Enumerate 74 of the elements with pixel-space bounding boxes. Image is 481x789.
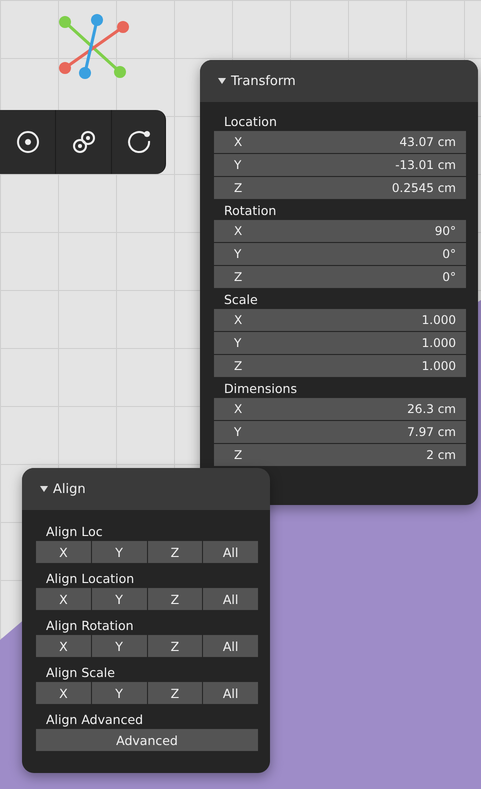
- number-field[interactable]: Z 2 cm: [214, 444, 466, 466]
- align-button[interactable]: X: [36, 588, 91, 610]
- panel-title: Transform: [231, 74, 296, 88]
- field-value: 7.97 cm: [407, 425, 456, 439]
- axis-label: X: [234, 402, 242, 416]
- circle-dot-icon: [14, 129, 40, 155]
- align-button[interactable]: All: [203, 635, 258, 657]
- field-value: 0°: [442, 270, 456, 284]
- field-value: 0°: [442, 247, 456, 261]
- align-button[interactable]: Y: [92, 682, 146, 704]
- number-field[interactable]: Z 1.000: [214, 355, 466, 377]
- field-value: 2 cm: [426, 448, 456, 462]
- axis-label: Y: [234, 158, 242, 172]
- group-label: Align Rotation: [45, 617, 135, 635]
- align-button[interactable]: Y: [92, 541, 146, 563]
- align-button[interactable]: All: [203, 682, 258, 704]
- align-button[interactable]: Y: [92, 588, 146, 610]
- axis-label: X: [234, 224, 242, 238]
- group-label: Align Scale: [45, 664, 116, 682]
- group-label: Align Location: [45, 570, 136, 588]
- toolbar-button[interactable]: [56, 110, 112, 174]
- number-field[interactable]: X 43.07 cm: [214, 131, 466, 153]
- axis-label: Z: [234, 448, 242, 462]
- field-value: 1.000: [422, 313, 456, 327]
- group-label: Scale: [223, 291, 259, 309]
- group-label: Align Advanced: [45, 711, 144, 729]
- field-value: 90°: [434, 224, 456, 238]
- group-label: Rotation: [223, 202, 278, 220]
- panel-header[interactable]: Transform: [200, 60, 478, 102]
- align-button[interactable]: X: [36, 682, 91, 704]
- align-button[interactable]: All: [203, 541, 258, 563]
- align-button[interactable]: All: [203, 588, 258, 610]
- number-field[interactable]: Y 0°: [214, 243, 466, 265]
- number-field[interactable]: Y -13.01 cm: [214, 154, 466, 176]
- axis-label: Z: [234, 359, 242, 373]
- number-field[interactable]: Z 0.2545 cm: [214, 177, 466, 199]
- group-label: Location: [223, 113, 278, 131]
- axis-label: X: [234, 313, 242, 327]
- align-button[interactable]: Z: [148, 635, 202, 657]
- toolbar-button[interactable]: [0, 110, 56, 174]
- expanded-triangle-icon: [40, 485, 48, 493]
- toolbar-button[interactable]: [112, 110, 166, 174]
- panel-title: Align: [53, 482, 86, 496]
- axis-label: Y: [234, 247, 242, 261]
- field-value: 0.2545 cm: [392, 181, 456, 195]
- panel-header[interactable]: Align: [22, 468, 270, 510]
- axis-label: Z: [234, 181, 242, 195]
- align-button[interactable]: X: [36, 635, 91, 657]
- field-value: 26.3 cm: [407, 402, 456, 416]
- align-button[interactable]: Z: [148, 541, 202, 563]
- field-value: 1.000: [422, 359, 456, 373]
- axis-label: Y: [234, 425, 242, 439]
- align-button[interactable]: Advanced: [36, 729, 258, 751]
- number-field[interactable]: Z 0°: [214, 266, 466, 288]
- circle-with-dot-icon: [126, 129, 152, 155]
- axis-label: X: [234, 135, 242, 149]
- axis-label: Z: [234, 270, 242, 284]
- align-button[interactable]: Z: [148, 682, 202, 704]
- number-field[interactable]: Y 7.97 cm: [214, 421, 466, 443]
- group-label: Align Loc: [45, 523, 104, 541]
- field-value: -13.01 cm: [395, 158, 456, 172]
- align-button[interactable]: X: [36, 541, 91, 563]
- axis-label: Y: [234, 336, 242, 350]
- group-label: Dimensions: [223, 380, 298, 398]
- align-button[interactable]: Z: [148, 588, 202, 610]
- number-field[interactable]: X 26.3 cm: [214, 398, 466, 420]
- expanded-triangle-icon: [218, 77, 226, 85]
- number-field[interactable]: X 90°: [214, 220, 466, 242]
- number-field[interactable]: Y 1.000: [214, 332, 466, 354]
- field-value: 43.07 cm: [400, 135, 456, 149]
- number-field[interactable]: X 1.000: [214, 309, 466, 331]
- field-value: 1.000: [422, 336, 456, 350]
- linked-circles-icon: [70, 129, 96, 155]
- align-button[interactable]: Y: [92, 635, 146, 657]
